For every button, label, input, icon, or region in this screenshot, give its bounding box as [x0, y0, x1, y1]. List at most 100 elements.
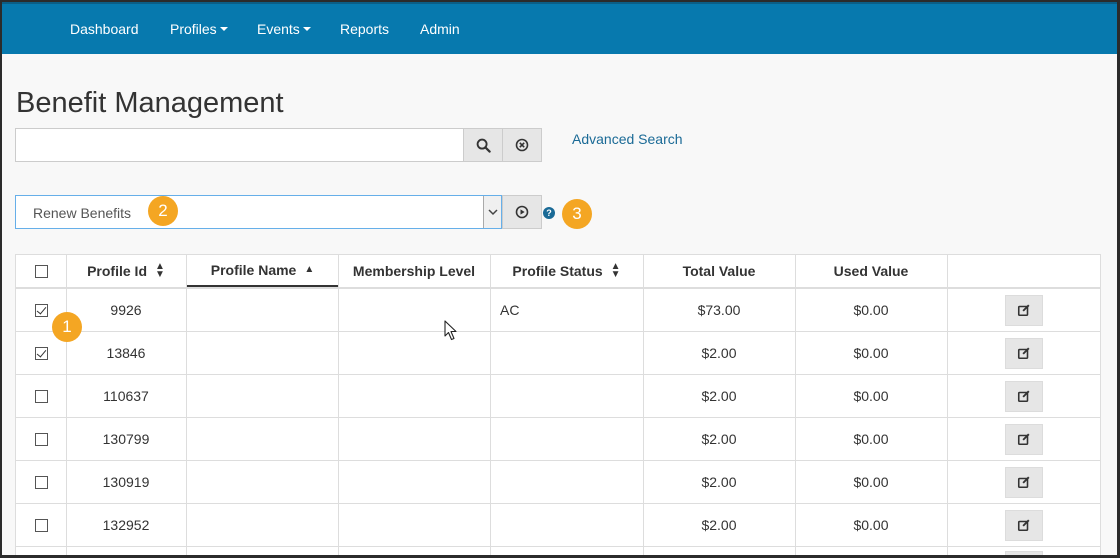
- cell-used-value: $0.00: [853, 474, 889, 490]
- callout-badge-2: 2: [148, 196, 178, 226]
- column-divider: [490, 255, 491, 555]
- cell-used-value: $0.00: [853, 388, 889, 404]
- edit-button[interactable]: [1004, 509, 1043, 541]
- search-input[interactable]: [15, 128, 464, 162]
- cell-profile-status: [500, 332, 643, 374]
- cell-membership-level: [338, 504, 490, 546]
- nav-dashboard[interactable]: Dashboard: [70, 20, 139, 38]
- caret-down-icon: [302, 27, 311, 32]
- nav-events[interactable]: Events: [257, 20, 311, 38]
- nav-profiles[interactable]: Profiles: [170, 20, 228, 38]
- cell-membership-level: [338, 461, 490, 503]
- row-actions: [947, 504, 1100, 546]
- nav-admin[interactable]: Admin: [420, 20, 460, 38]
- chevron-down-icon[interactable]: [483, 196, 501, 228]
- cell-profile-id: 130919: [102, 474, 150, 490]
- header-profile-id[interactable]: Profile Id ▲ ▼: [66, 255, 186, 287]
- row-checkbox[interactable]: [34, 475, 48, 489]
- caret-down-icon: [219, 27, 228, 32]
- cell-used-value: $0.00: [853, 431, 889, 447]
- edit-icon: [1017, 433, 1029, 446]
- row-checkbox[interactable]: [34, 346, 48, 360]
- sort-icon: ▲ ▼: [155, 261, 165, 280]
- mouse-cursor-icon: [444, 320, 457, 341]
- edit-button[interactable]: [1004, 337, 1043, 369]
- header-profile-status[interactable]: Profile Status ▲ ▼: [490, 255, 643, 287]
- edit-button[interactable]: [1004, 551, 1043, 555]
- cell-membership-level: [338, 375, 490, 417]
- clear-icon: [515, 138, 529, 152]
- edit-icon: [1017, 390, 1029, 403]
- bulk-action-selected: Renew Benefits: [33, 205, 132, 221]
- row-actions: [947, 375, 1100, 417]
- row-checkbox-cell[interactable]: [16, 461, 66, 503]
- cell-membership-level: [338, 289, 490, 331]
- cell-profile-status: AC: [500, 302, 520, 318]
- row-actions: [947, 549, 1100, 555]
- cell-profile-name: [187, 375, 338, 417]
- page-title: Benefit Management: [16, 87, 284, 119]
- select-all-checkbox[interactable]: [34, 264, 48, 278]
- cell-total-value: $2.00: [701, 474, 737, 490]
- search-icon: [476, 138, 491, 153]
- row-checkbox[interactable]: [34, 518, 48, 532]
- edit-button[interactable]: [1004, 423, 1043, 455]
- cell-used-value: $0.00: [853, 517, 889, 533]
- row-checkbox[interactable]: [34, 303, 48, 317]
- sort-asc-icon: ▲: [304, 264, 315, 275]
- header-membership-level: Membership Level: [352, 263, 476, 279]
- cell-profile-name: [187, 504, 338, 546]
- cell-profile-name: [187, 332, 338, 374]
- cell-profile-name: [187, 289, 338, 331]
- row-actions: [947, 289, 1100, 331]
- edit-icon: [1017, 476, 1029, 489]
- header-profile-name[interactable]: Profile Name ▲: [187, 255, 338, 287]
- edit-button[interactable]: [1004, 380, 1043, 412]
- nav-reports[interactable]: Reports: [340, 20, 389, 38]
- profiles-table: Profile Id ▲ ▼ Profile Name ▲ Membership Le…: [15, 254, 1101, 555]
- row-actions: [947, 418, 1100, 460]
- header-used-value: Used Value: [833, 263, 909, 279]
- row-actions: [947, 461, 1100, 503]
- run-action-button[interactable]: [502, 195, 542, 229]
- row-checkbox-cell[interactable]: [16, 418, 66, 460]
- app-window: Dashboard Profiles Events Reports Admin …: [0, 0, 1120, 558]
- advanced-search-link[interactable]: Advanced Search: [572, 131, 683, 147]
- cell-profile-id: 130799: [102, 431, 150, 447]
- cell-profile-status: [500, 375, 643, 417]
- cell-profile-id: 110637: [103, 388, 149, 404]
- sort-icon: ▲ ▼: [610, 261, 621, 280]
- cell-profile-status: [500, 504, 643, 546]
- header-select-all[interactable]: [16, 255, 66, 287]
- bulk-action-select[interactable]: Renew Benefits: [15, 195, 502, 229]
- cell-total-value: $2.00: [701, 517, 737, 533]
- row-actions: [947, 332, 1100, 374]
- cell-profile-id: 9926: [110, 302, 142, 318]
- row-checkbox-cell[interactable]: [16, 504, 66, 546]
- navbar: Dashboard Profiles Events Reports Admin: [2, 2, 1117, 54]
- cell-total-value: $2.00: [701, 388, 737, 404]
- cell-total-value: $73.00: [697, 302, 741, 318]
- cell-profile-status: [500, 418, 643, 460]
- edit-button[interactable]: [1004, 466, 1043, 498]
- callout-badge-3: 3: [562, 199, 592, 229]
- cell-used-value: $0.00: [853, 345, 889, 361]
- cell-membership-level: [338, 418, 490, 460]
- help-icon[interactable]: ?: [543, 207, 555, 219]
- row-divider: [16, 546, 1100, 547]
- play-icon: [515, 205, 529, 219]
- row-checkbox[interactable]: [34, 432, 48, 446]
- edit-icon: [1017, 347, 1029, 360]
- edit-button[interactable]: [1004, 294, 1043, 326]
- callout-badge-1: 1: [52, 312, 82, 342]
- cell-profile-name: [187, 461, 338, 503]
- cell-profile-id: 132952: [102, 517, 150, 533]
- row-checkbox[interactable]: [34, 389, 48, 403]
- cell-profile-status: [500, 461, 643, 503]
- row-checkbox-cell[interactable]: [16, 375, 66, 417]
- cell-used-value: $0.00: [853, 302, 889, 318]
- cell-profile-id: 13846: [106, 345, 146, 361]
- clear-search-button[interactable]: [502, 128, 542, 162]
- header-total-value: Total Value: [682, 263, 756, 279]
- search-button[interactable]: [463, 128, 503, 162]
